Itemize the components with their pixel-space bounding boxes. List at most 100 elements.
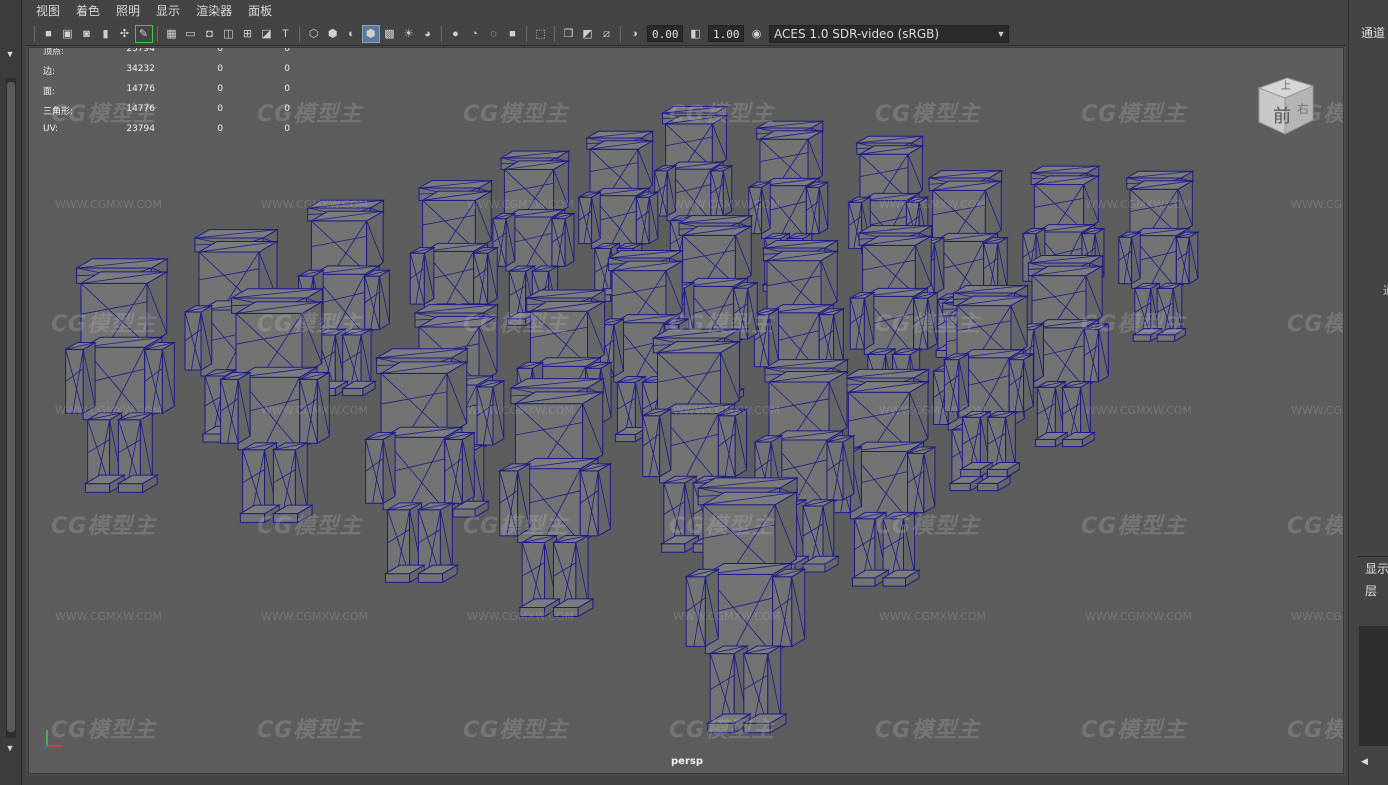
image-plane-icon[interactable]: ▮ — [98, 26, 114, 42]
depth-of-field-icon[interactable]: ■ — [505, 26, 521, 42]
watermark-logo: CG模型主 — [875, 102, 981, 127]
camera-attributes-icon[interactable]: ▣ — [60, 26, 76, 42]
field-chart-icon[interactable]: ⊞ — [240, 26, 256, 42]
layer-menu[interactable]: 层 — [1365, 582, 1377, 599]
xray-joints-icon[interactable]: ❐ — [561, 26, 577, 42]
isolate-select-icon[interactable]: ⬚ — [533, 26, 549, 42]
wireframe-on-shaded-icon[interactable]: ⬢ — [361, 24, 380, 43]
scroll-left-arrow-icon[interactable]: ◀ — [1361, 756, 1373, 768]
watermark-url: WWW.CGMXW.COM — [261, 198, 369, 211]
watermark-logo: CG模型主 — [463, 102, 569, 127]
watermark-logo: CG模型主 — [669, 312, 775, 337]
3d-viewport[interactable]: CG模型主 CG模型主 CG模型主 CG模型主 CG模型主 CG模型主 CG模型主 CG模型主… — [28, 47, 1344, 774]
axis-gizmo-icon — [42, 730, 63, 751]
watermark-url: WWW.CGMXW.COM — [467, 198, 575, 211]
toolbar-separator — [157, 25, 158, 42]
view-cube-right-label: 右 — [1297, 102, 1310, 116]
watermark-logo: CG模型主 — [463, 514, 569, 539]
menu-shading[interactable]: 着色 — [76, 0, 100, 22]
watermark-url: WWW.CGMXW.COM — [261, 404, 369, 417]
film-gate-icon[interactable]: ▭ — [183, 26, 199, 42]
grid-icon[interactable]: ▦ — [164, 26, 180, 42]
watermark-logo: CG模型主 — [1081, 312, 1187, 337]
use-all-lights-icon[interactable]: ☀ — [401, 26, 417, 42]
channel-box-tab[interactable]: 通道 — [1361, 24, 1385, 41]
watermark-url: WWW.CGMXW.COM — [1085, 198, 1193, 211]
xray-active-icon[interactable]: ◩ — [580, 26, 596, 42]
hud-value: 34232 — [126, 64, 155, 74]
hud-row-edges: 边: 34232 0 0 — [43, 64, 313, 84]
scroll-down-arrow-icon[interactable]: ▼ — [3, 742, 17, 754]
toolbar-separator — [554, 25, 555, 42]
character-mesh[interactable] — [63, 257, 177, 494]
character-mesh[interactable] — [363, 347, 477, 584]
toolbar-separator — [299, 25, 300, 42]
exposure-icon[interactable]: ◑ — [627, 26, 643, 42]
left-scrollbar-thumb[interactable] — [7, 82, 15, 732]
view-transform-label: ACES 1.0 SDR-video (sRGB) — [774, 26, 940, 41]
resolution-gate-icon[interactable]: ◘ — [202, 26, 218, 42]
channel-box-text: 通 — [1383, 282, 1388, 298]
watermark-logo: CG模型主 — [875, 312, 981, 337]
shadows-icon[interactable]: ◕ — [420, 26, 436, 42]
2d-pan-zoom-icon[interactable]: ✣ — [117, 26, 133, 42]
wireframe-icon[interactable]: ⬡ — [306, 26, 322, 42]
camera-name-label: persp — [671, 756, 703, 767]
hud-label: 三角形: — [43, 107, 74, 117]
watermark-url: WWW.CGMXW.COM — [467, 610, 575, 623]
color-management-icon[interactable]: ◉ — [749, 26, 765, 42]
gate-mask-icon[interactable]: ◫ — [221, 26, 237, 42]
exposure-field[interactable]: 0.00 — [647, 25, 683, 42]
hud-label: 面: — [43, 87, 56, 97]
anti-aliasing-icon[interactable]: ◌ — [486, 26, 502, 42]
bookmarks-icon[interactable]: ◙ — [79, 26, 95, 42]
gamma-icon[interactable]: ◧ — [688, 26, 704, 42]
motion-blur-icon[interactable]: ◔ — [467, 26, 483, 42]
watermark-logo: CG模型主 — [1081, 102, 1187, 127]
menu-lighting[interactable]: 照明 — [116, 0, 140, 22]
hud-value: 14776 — [126, 84, 155, 94]
watermark-logo: CG模型主 — [51, 514, 157, 539]
panel-menubar: 视图 着色 照明 显示 渲染器 面板 — [26, 0, 1346, 22]
safe-title-icon[interactable]: T — [278, 26, 294, 42]
hud-value: 0 — [217, 84, 223, 94]
layer-list[interactable] — [1359, 626, 1388, 746]
hud-value: 0 — [284, 124, 290, 134]
menu-renderer[interactable]: 渲染器 — [196, 0, 232, 22]
hud-value: 14776 — [126, 104, 155, 114]
watermark-url: WWW.CGMXW.COM — [1085, 610, 1193, 623]
hud-value: 0 — [217, 47, 223, 54]
safe-action-icon[interactable]: ◪ — [259, 26, 275, 42]
menu-panels[interactable]: 面板 — [248, 0, 272, 22]
watermark-url: WWW.CGMXW.COM — [879, 404, 987, 417]
collapse-arrow-icon[interactable]: ▼ — [3, 48, 17, 60]
screen-space-ao-icon[interactable]: ● — [448, 26, 464, 42]
character-mesh[interactable] — [1017, 254, 1111, 448]
hud-value: 0 — [284, 47, 290, 54]
menu-view[interactable]: 视图 — [36, 0, 60, 22]
watermark-logo: CG模型主 — [463, 718, 569, 743]
watermark-url: WWW.CGMXW.COM — [1291, 610, 1343, 623]
select-camera-icon[interactable]: ■ — [41, 26, 57, 42]
view-cube[interactable]: 上 前 右 — [1253, 72, 1317, 142]
view-cube-top-label: 上 — [1281, 81, 1291, 92]
axis-gizmo — [41, 724, 71, 752]
watermark-url: WWW.CGMXW.COM — [879, 198, 987, 211]
hud-row-vertices: 顶点: 23794 0 0 — [43, 47, 313, 64]
menu-show[interactable]: 显示 — [156, 0, 180, 22]
watermark-logo: CG模型主 — [1287, 514, 1344, 539]
hud-value: 0 — [284, 104, 290, 114]
display-tab[interactable]: 显示 — [1365, 560, 1388, 577]
backface-culling-icon[interactable]: ⧄ — [599, 26, 615, 42]
smooth-shade-icon[interactable]: ⬢ — [325, 26, 341, 42]
gamma-field[interactable]: 1.00 — [708, 25, 744, 42]
hud-value: 0 — [284, 84, 290, 94]
left-tool-strip: ▼ ▼ — [0, 0, 22, 785]
poly-count-hud: 顶点: 23794 0 0 边: 34232 0 0 面: 14776 0 0 … — [43, 47, 313, 144]
grease-pencil-icon[interactable]: ✎ — [134, 24, 153, 43]
watermark-logo: CG模型主 — [257, 514, 363, 539]
right-side-panel: 通道 通 显示 层 ◀ — [1348, 0, 1388, 785]
default-material-icon[interactable]: ◐ — [344, 26, 360, 42]
view-transform-dropdown[interactable]: ACES 1.0 SDR-video (sRGB) ▼ — [769, 24, 1009, 43]
xray-icon[interactable]: ▩ — [382, 26, 398, 42]
